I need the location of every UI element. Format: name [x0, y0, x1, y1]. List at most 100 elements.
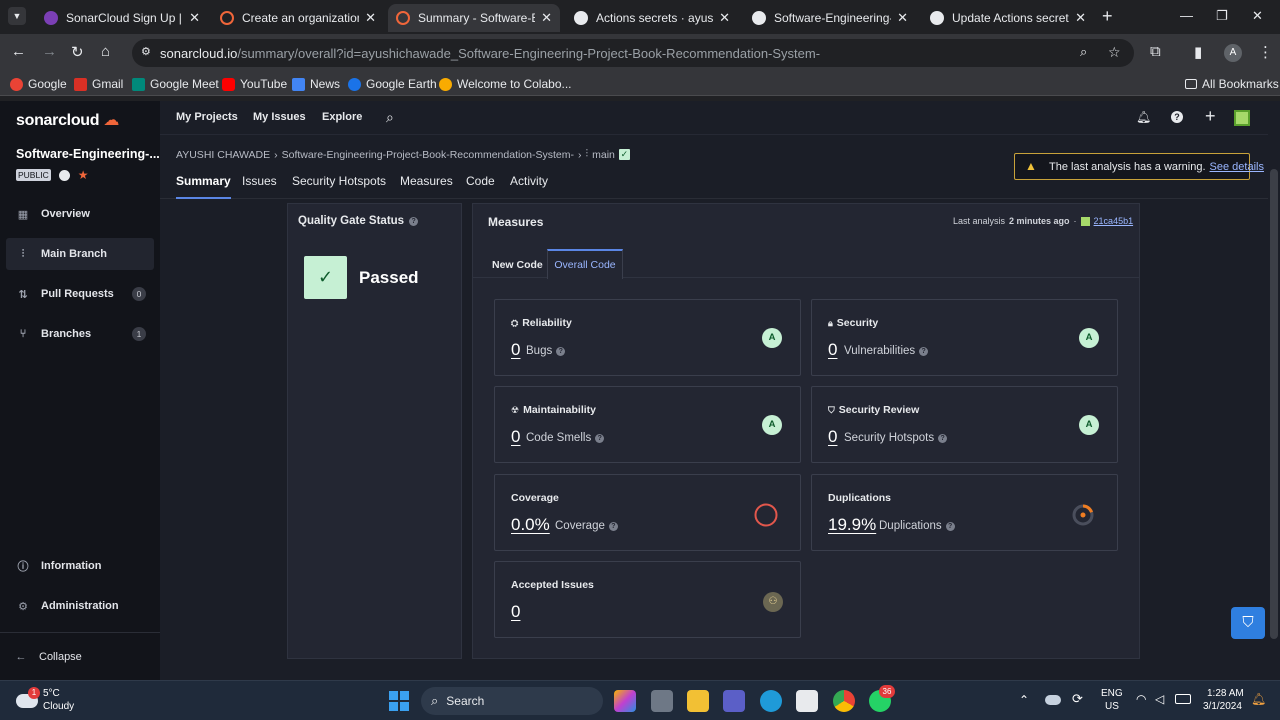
- address-bar[interactable]: ⚙ sonarcloud.io/summary/overall?id=ayush…: [132, 39, 1134, 67]
- bookmark-google-meet[interactable]: Google Meet: [132, 77, 219, 91]
- nav-explore[interactable]: Explore: [322, 111, 362, 123]
- bookmark-google[interactable]: Google: [10, 77, 67, 91]
- store-icon[interactable]: [796, 690, 818, 712]
- close-icon[interactable]: ✕: [189, 10, 200, 26]
- edge-icon[interactable]: [760, 690, 782, 712]
- windows-start-icon[interactable]: [389, 691, 409, 711]
- task-view-icon[interactable]: [651, 690, 673, 712]
- sidebar-item-branches[interactable]: ⑂ Branches 1: [6, 318, 154, 350]
- restore-button[interactable]: ❐: [1216, 8, 1228, 24]
- wifi-icon[interactable]: ◠: [1136, 692, 1146, 706]
- forward-arrow-icon[interactable]: →: [42, 43, 57, 60]
- close-icon[interactable]: ✕: [719, 10, 730, 26]
- tab-activity[interactable]: Activity: [510, 174, 548, 188]
- all-bookmarks-button[interactable]: All Bookmarks: [1185, 77, 1279, 91]
- bookmark-news[interactable]: News: [292, 77, 340, 91]
- coverage-donut[interactable]: [753, 502, 779, 528]
- favorite-star-icon[interactable]: ★: [78, 168, 89, 182]
- sidebar-item-main-branch[interactable]: ⫶ Main Branch: [6, 238, 154, 270]
- close-icon[interactable]: ✕: [365, 10, 376, 26]
- bookmark-gmail[interactable]: Gmail: [74, 77, 123, 91]
- zoom-search-icon[interactable]: ⌕: [1080, 44, 1087, 60]
- help-icon[interactable]: ?: [409, 216, 419, 226]
- taskbar-search-box[interactable]: ⌕ Search: [421, 687, 603, 715]
- tab-overall-code[interactable]: Overall Code: [547, 249, 623, 279]
- rating-badge[interactable]: A: [762, 328, 782, 348]
- language-line2[interactable]: US: [1105, 701, 1119, 712]
- weather-widget[interactable]: 1 5°C Cloudy: [14, 686, 104, 716]
- clock-time[interactable]: 1:28 AM: [1207, 688, 1244, 699]
- help-icon[interactable]: ?: [595, 433, 605, 443]
- nav-my-projects[interactable]: My Projects: [176, 111, 238, 123]
- new-tab-button[interactable]: +: [1102, 6, 1113, 27]
- browser-tab[interactable]: Software-Engineering-Proj ✕: [744, 4, 916, 32]
- bookmark-colab[interactable]: Welcome to Colabo...: [439, 77, 572, 91]
- help-icon[interactable]: ?: [938, 433, 948, 443]
- teams-icon[interactable]: [723, 690, 745, 712]
- scrollbar-thumb[interactable]: [1270, 169, 1278, 639]
- file-explorer-icon[interactable]: [687, 690, 709, 712]
- side-panel-icon[interactable]: ▮: [1194, 43, 1202, 61]
- duplications-donut[interactable]: [1070, 502, 1096, 528]
- accepted-issues-value[interactable]: 0: [511, 602, 520, 622]
- tab-security-hotspots[interactable]: Security Hotspots: [292, 174, 386, 188]
- browser-tab[interactable]: SonarCloud Sign Up | Sona ✕: [36, 4, 208, 32]
- menu-kebab-icon[interactable]: ⋮: [1258, 43, 1273, 61]
- browser-tab[interactable]: Create an organization - So ✕: [212, 4, 384, 32]
- sidebar-item-administration[interactable]: ⚙ Administration: [6, 590, 154, 622]
- reload-icon[interactable]: ↻: [71, 43, 84, 61]
- help-icon[interactable]: ?: [919, 346, 929, 356]
- rating-badge[interactable]: A: [1079, 415, 1099, 435]
- tab-new-code[interactable]: New Code: [492, 259, 543, 271]
- duplications-value[interactable]: 19.9%: [828, 515, 876, 535]
- plus-icon[interactable]: +: [1205, 106, 1216, 127]
- commit-link[interactable]: 21ca45b1: [1094, 216, 1134, 226]
- breadcrumb-branch[interactable]: main: [592, 149, 615, 161]
- bookmark-google-earth[interactable]: Google Earth: [348, 77, 437, 91]
- onedrive-icon[interactable]: [1045, 695, 1061, 705]
- clock-date[interactable]: 3/1/2024: [1203, 701, 1242, 712]
- browser-tab[interactable]: Actions secrets · ayushicha ✕: [566, 4, 738, 32]
- bell-icon[interactable]: 🔔︎: [1136, 110, 1151, 124]
- organization-avatar[interactable]: [1234, 110, 1250, 126]
- collapse-button[interactable]: ← Collapse: [4, 641, 152, 673]
- sidebar-item-overview[interactable]: ▦ Overview: [6, 198, 154, 230]
- extensions-icon[interactable]: ⧉: [1150, 43, 1161, 60]
- breadcrumb-org[interactable]: AYUSHI CHAWADE: [176, 149, 270, 161]
- profile-avatar[interactable]: A: [1224, 44, 1242, 62]
- browser-tab-active[interactable]: Summary - Software-Engin ✕: [388, 4, 560, 32]
- github-icon[interactable]: [58, 169, 70, 181]
- chrome-icon[interactable]: [833, 690, 855, 712]
- home-icon[interactable]: ⌂: [101, 43, 110, 60]
- nav-my-issues[interactable]: My Issues: [253, 111, 306, 123]
- shield-help-button[interactable]: ⛉: [1231, 607, 1265, 639]
- browser-tab[interactable]: Update Actions secret SON ✕: [922, 4, 1094, 32]
- vulnerabilities-value[interactable]: 0: [828, 340, 837, 360]
- site-info-icon[interactable]: ⚙: [141, 45, 151, 58]
- close-icon[interactable]: ✕: [541, 10, 552, 26]
- page-scrollbar[interactable]: [1268, 101, 1280, 680]
- copilot-icon[interactable]: [614, 690, 636, 712]
- bugs-value[interactable]: 0: [511, 340, 520, 360]
- battery-icon[interactable]: [1175, 694, 1191, 704]
- rating-badge[interactable]: A: [762, 415, 782, 435]
- notification-bell-icon[interactable]: 🔔︎: [1251, 692, 1266, 706]
- breadcrumb-project[interactable]: Software-Engineering-Project-Book-Recomm…: [282, 149, 574, 161]
- bookmark-youtube[interactable]: YouTube: [222, 77, 287, 91]
- rating-badge[interactable]: A: [1079, 328, 1099, 348]
- close-icon[interactable]: ✕: [1075, 10, 1086, 26]
- code-smells-value[interactable]: 0: [511, 427, 520, 447]
- chevron-up-icon[interactable]: ⌃: [1019, 693, 1029, 707]
- see-details-link[interactable]: See details: [1210, 161, 1264, 173]
- help-icon[interactable]: ?: [608, 521, 618, 531]
- sidebar-item-pull-requests[interactable]: ⇅ Pull Requests 0: [6, 278, 154, 310]
- project-name[interactable]: Software-Engineering-...: [16, 147, 160, 161]
- help-icon[interactable]: ?: [945, 521, 955, 531]
- close-icon[interactable]: ✕: [897, 10, 908, 26]
- tab-issues[interactable]: Issues: [242, 174, 277, 188]
- volume-icon[interactable]: ◁: [1155, 692, 1164, 706]
- bookmark-star-icon[interactable]: ☆: [1108, 44, 1121, 61]
- sonarcloud-logo[interactable]: sonarcloud ☁: [16, 110, 119, 130]
- sync-icon[interactable]: ⟳: [1072, 691, 1083, 707]
- back-arrow-icon[interactable]: ←: [11, 43, 26, 60]
